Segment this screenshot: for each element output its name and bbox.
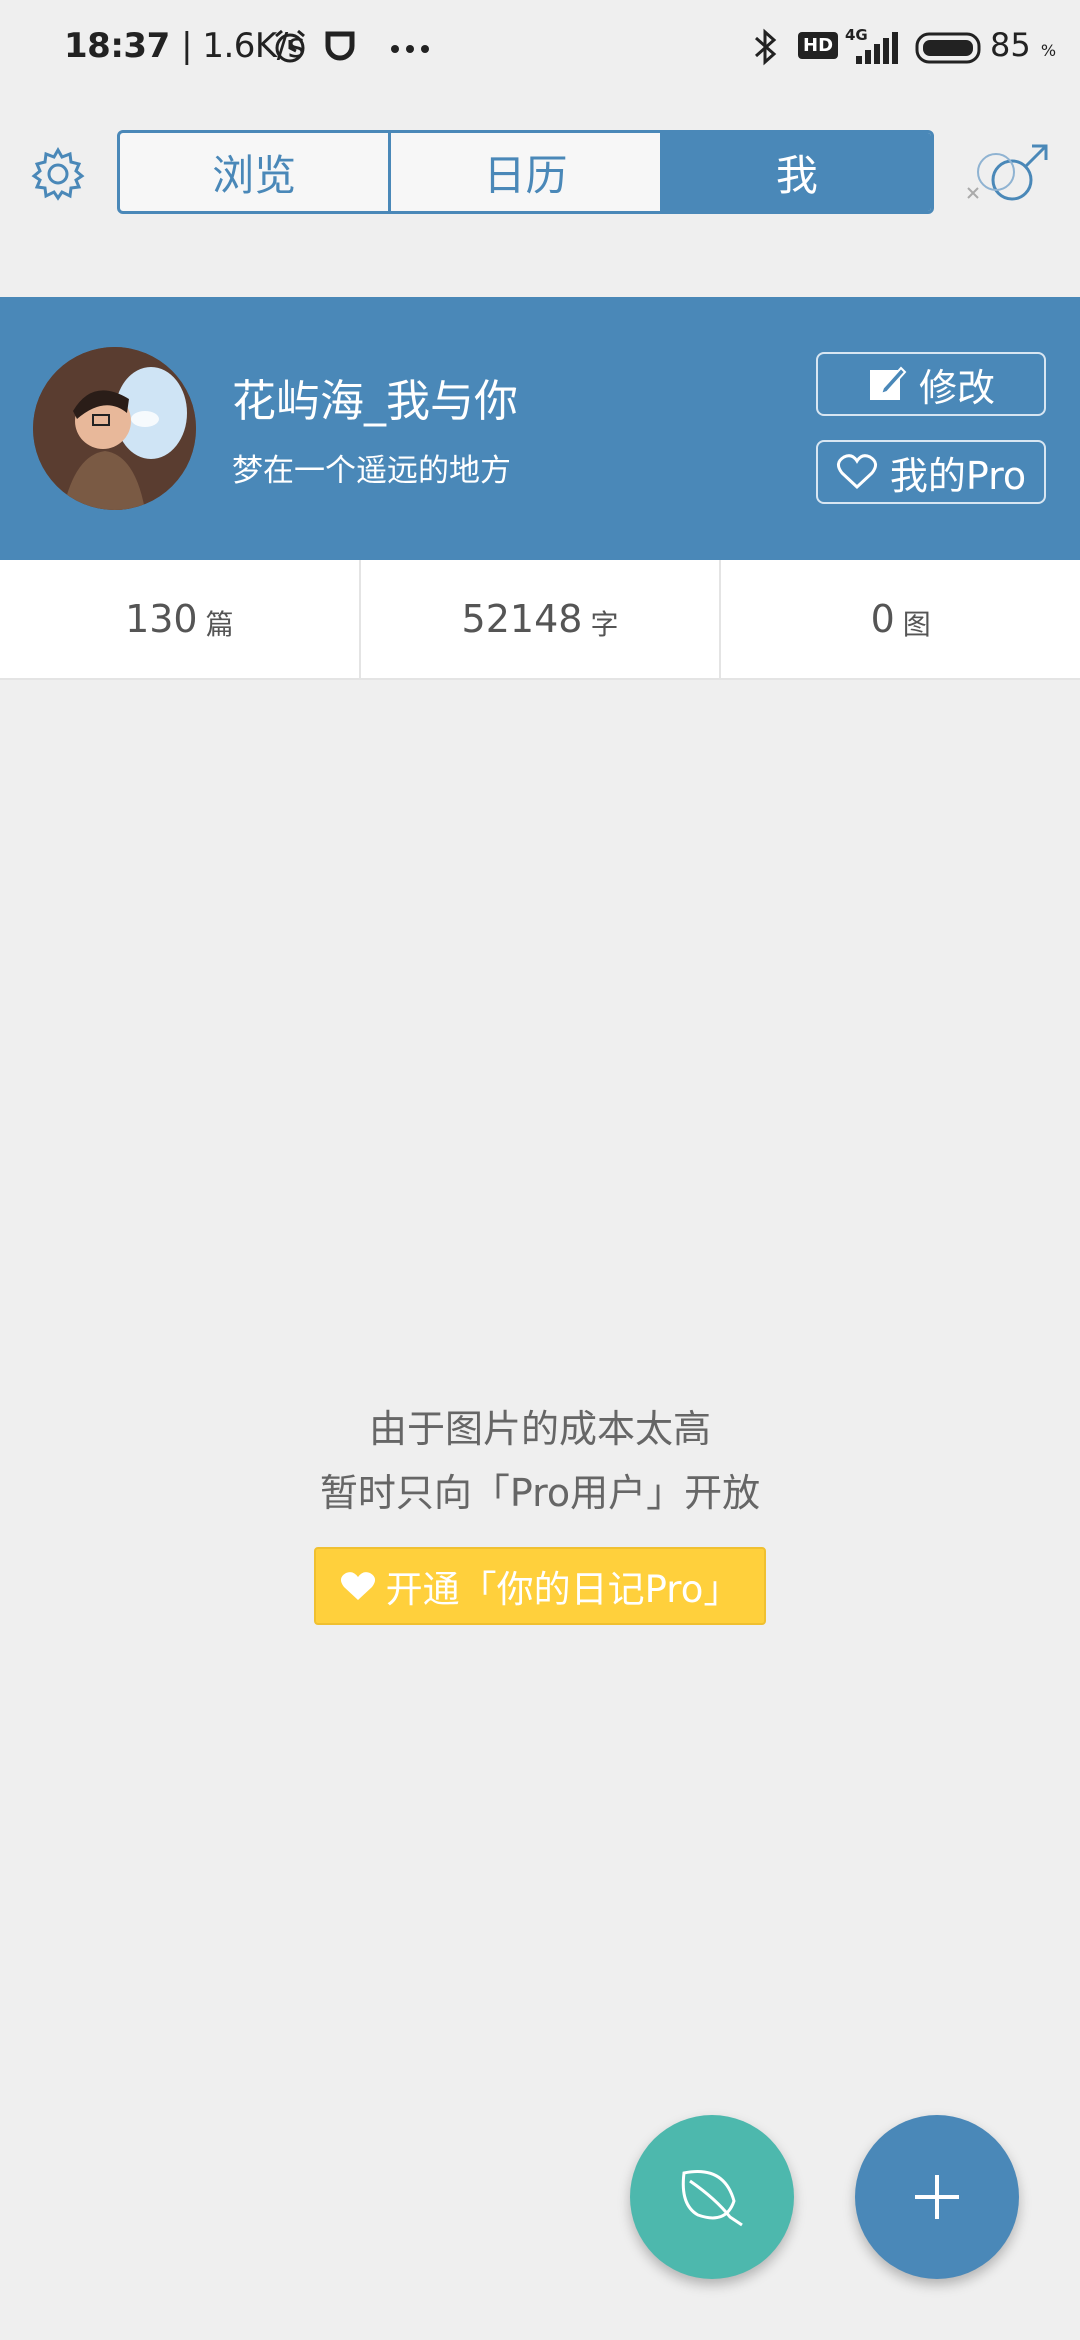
hd-icon: HD xyxy=(798,32,839,59)
tab-calendar[interactable]: 日历 xyxy=(391,133,663,211)
leaf-fab-button[interactable] xyxy=(630,2115,794,2279)
signal-icon xyxy=(856,32,898,64)
add-entry-fab-button[interactable] xyxy=(855,2115,1019,2279)
tab-browse[interactable]: 浏览 xyxy=(120,133,392,211)
status-bar: 18:37 | 1.6K/s HD 4G 85 % xyxy=(0,0,1080,96)
notice-line-2: 暂时只向「Pro用户」开放 xyxy=(319,1471,761,1515)
edit-label: 修改 xyxy=(918,365,995,410)
heart-icon xyxy=(340,1572,375,1600)
settings-gear-icon[interactable] xyxy=(30,146,86,202)
battery-icon xyxy=(915,32,981,64)
bluetooth-icon xyxy=(755,28,777,66)
top-bar: 浏览 日历 我 xyxy=(0,96,1080,296)
edit-profile-button[interactable]: 修改 xyxy=(816,352,1046,416)
more-notifications-icon xyxy=(391,45,429,53)
avatar[interactable] xyxy=(33,347,196,510)
leaf-icon xyxy=(681,2170,743,2227)
stat-words[interactable]: 52148 字 xyxy=(361,560,722,678)
edit-icon xyxy=(869,366,907,400)
open-pro-label: 开通「你的日记Pro」 xyxy=(385,1568,741,1611)
stat-images[interactable]: 0 图 xyxy=(721,560,1080,678)
open-pro-button[interactable]: 开通「你的日记Pro」 xyxy=(314,1547,766,1625)
status-time: 18:37 | 1.6K/s xyxy=(64,26,305,66)
profile-header: 花屿海_我与你 梦在一个遥远的地方 修改 我的Pro xyxy=(0,297,1080,560)
alarm-icon xyxy=(275,29,305,63)
notice-line-1: 由于图片的成本太高 xyxy=(368,1407,711,1451)
gender-icon[interactable] xyxy=(962,140,1054,212)
username: 花屿海_我与你 xyxy=(232,376,518,427)
battery-percent: 85 % xyxy=(990,26,1057,64)
plus-icon xyxy=(915,2175,959,2219)
main-tabs: 浏览 日历 我 xyxy=(117,130,934,214)
heart-outline-icon xyxy=(836,454,877,490)
my-pro-label: 我的Pro xyxy=(889,453,1027,498)
tab-me[interactable]: 我 xyxy=(662,133,931,211)
user-bio: 梦在一个遥远的地方 xyxy=(232,453,511,489)
my-pro-button[interactable]: 我的Pro xyxy=(816,440,1046,504)
stat-entries[interactable]: 130 篇 xyxy=(0,560,361,678)
app-notification-icon xyxy=(325,31,355,61)
stats-bar: 130 篇 52148 字 0 图 xyxy=(0,560,1080,680)
